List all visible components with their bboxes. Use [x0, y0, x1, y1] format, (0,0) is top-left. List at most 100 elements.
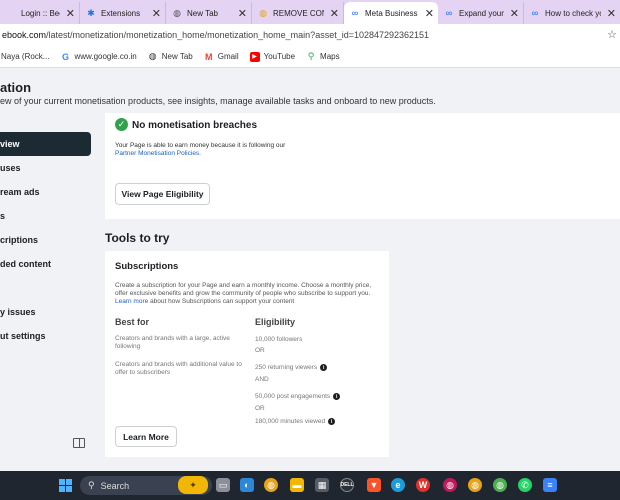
subscriptions-description: Create a subscription for your Page and …	[115, 282, 377, 306]
best-for-heading: Best for	[115, 317, 150, 327]
tab-label: New Tab	[187, 8, 218, 18]
eligibility-text: AND	[255, 376, 269, 383]
vivaldi-icon[interactable]: W	[416, 478, 430, 492]
bookmark-youtube[interactable]: ▶ YouTube	[249, 51, 296, 62]
tab-label: REMOVE CONTE	[273, 8, 324, 18]
sidebar-item-payout-settings[interactable]: ut settings	[0, 324, 96, 348]
sidebar-item-in-stream-ads[interactable]: ream ads	[0, 180, 96, 204]
sidebar-item-branded-content[interactable]: ded content	[0, 252, 96, 276]
google-icon: G	[61, 51, 69, 62]
bookmark-label: Naya (Rock...	[1, 52, 50, 61]
close-icon[interactable]: ✕	[510, 7, 519, 20]
maps-icon: ⚲	[307, 51, 315, 61]
close-icon[interactable]: ✕	[238, 7, 247, 20]
bookmark-label: www.google.co.in	[74, 52, 137, 61]
meta-icon: ∞	[531, 8, 539, 18]
star-icon[interactable]: ☆	[607, 28, 617, 41]
tab-how-to-check[interactable]: ∞ How to check yo ✕	[524, 2, 620, 24]
taskbar-search-label: Search	[100, 480, 130, 491]
subscriptions-title: Subscriptions	[115, 261, 179, 272]
sidebar-item-stars[interactable]: s	[0, 204, 96, 228]
copilot-icon[interactable]: ◐	[240, 478, 254, 492]
tab-extensions[interactable]: ✱ Extensions ✕	[80, 2, 166, 24]
tab-new-tab[interactable]: ◍ New Tab ✕	[166, 2, 252, 24]
tab-expand-your-opportunities[interactable]: ∞ Expand your op ✕	[438, 2, 524, 24]
close-icon[interactable]: ✕	[330, 7, 339, 20]
tab-login-beehive[interactable]: Login :: Beehive ✕	[0, 2, 80, 24]
bookmark-new-tab[interactable]: ◍ New Tab	[148, 51, 193, 62]
view-page-eligibility-button[interactable]: View Page Eligibility	[115, 183, 210, 205]
widget-icon[interactable]: ✦	[178, 476, 208, 494]
eligibility-item: OR	[255, 405, 265, 412]
info-icon[interactable]: i	[333, 393, 341, 400]
url-host: ebook.com	[2, 30, 47, 40]
sidebar-collapse-icon[interactable]	[73, 438, 85, 448]
bookmark-gmail[interactable]: M Gmail	[204, 52, 239, 62]
youtube-icon: ▶	[249, 51, 260, 62]
info-icon[interactable]: i	[328, 418, 336, 425]
sidebar-item-label: criptions	[0, 235, 39, 245]
close-icon[interactable]: ✕	[607, 7, 616, 20]
chrome-taskbar-icon[interactable]: ◍	[264, 478, 278, 492]
dell-icon[interactable]: DELL	[340, 478, 354, 492]
close-icon[interactable]: ✕	[66, 7, 75, 20]
tab-strip: Login :: Beehive ✕ ✱ Extensions ✕ ◍ New …	[0, 0, 620, 24]
sidebar-item-label: s	[0, 211, 6, 221]
page-subtitle: ew of your current monetisation products…	[0, 96, 436, 106]
bookmark-google[interactable]: G www.google.co.in	[60, 51, 137, 62]
eligibility-text: 180,000 minutes viewed	[255, 418, 326, 425]
sidebar-item-overview[interactable]: view	[0, 132, 91, 156]
puzzle-icon: ✱	[87, 7, 95, 18]
store-icon[interactable]: ▦	[315, 478, 329, 492]
eligibility-text: 50,000 post engagements	[255, 393, 331, 400]
tab-remove-content[interactable]: ◍ REMOVE CONTE ✕	[252, 2, 344, 24]
sidebar-item-label: view	[0, 139, 20, 149]
url-path: /latest/monetization/monetization_home/m…	[46, 30, 430, 40]
windows-start-icon[interactable]	[59, 479, 72, 492]
partner-policies-link[interactable]: Partner Monetisation Policies.	[115, 150, 315, 158]
sidebar-item-label: y issues	[0, 307, 36, 317]
notes-icon[interactable]: ≡	[543, 478, 557, 492]
breaches-card: ✓ No monetisation breaches Your Page is …	[105, 113, 620, 219]
sidebar-item-label: ream ads	[0, 187, 40, 197]
close-icon[interactable]: ✕	[425, 7, 434, 20]
task-view-icon[interactable]: ▭	[216, 478, 230, 492]
learn-more-link[interactable]: Learn more	[115, 298, 148, 305]
bookmark-label: Gmail	[217, 52, 239, 61]
file-explorer-icon[interactable]: ▬	[290, 478, 304, 492]
eligibility-text: 250 returning viewers	[255, 364, 318, 371]
breaches-text: Your Page is able to earn money because …	[115, 142, 315, 158]
edge-icon[interactable]: e	[391, 478, 405, 492]
bookmark-maps[interactable]: ⚲ Maps	[306, 51, 340, 62]
tab-meta-business-suite[interactable]: ∞ Meta Business S ✕	[344, 2, 438, 24]
chrome-profile-icon[interactable]: ◍	[443, 478, 457, 492]
eligibility-heading: Eligibility	[255, 317, 296, 327]
eligibility-text: OR	[255, 405, 265, 412]
chrome-profile-3-icon[interactable]: ◍	[493, 478, 507, 492]
subscriptions-desc-tail: about how Subscriptions can support your…	[150, 298, 295, 305]
subscriptions-card: Subscriptions Create a subscription for …	[105, 251, 389, 457]
chrome-profile-2-icon[interactable]: ◍	[468, 478, 482, 492]
eligibility-item: 180,000 minutes viewed i	[255, 418, 336, 425]
sidebar-item-subscriptions[interactable]: criptions	[0, 228, 96, 252]
tab-label: Login :: Beehive	[21, 8, 60, 18]
chrome-icon: ◍	[259, 7, 267, 18]
address-bar[interactable]: ebook.com/latest/monetization/monetizati…	[0, 24, 620, 46]
best-for-item: Creators and brands with additional valu…	[115, 361, 242, 376]
learn-more-button[interactable]: Learn More	[115, 426, 177, 447]
info-icon[interactable]: i	[320, 364, 328, 371]
tab-label: Expand your op	[459, 8, 504, 18]
eligibility-item: OR	[255, 347, 265, 354]
brave-icon[interactable]: ▼	[367, 478, 381, 492]
page-title: ation	[0, 80, 32, 95]
eligibility-item: 10,000 followers	[255, 336, 302, 343]
breaches-title: No monetisation breaches	[132, 120, 258, 131]
whatsapp-icon[interactable]: ✆	[518, 478, 532, 492]
bookmark-label: YouTube	[263, 52, 296, 61]
meta-icon: ∞	[445, 8, 453, 18]
close-icon[interactable]: ✕	[152, 7, 161, 20]
sidebar-item-policy-issues[interactable]: y issues	[0, 300, 96, 324]
sidebar-item-bonuses[interactable]: uses	[0, 156, 96, 180]
bookmark-naya[interactable]: Naya (Rock...	[1, 52, 49, 61]
